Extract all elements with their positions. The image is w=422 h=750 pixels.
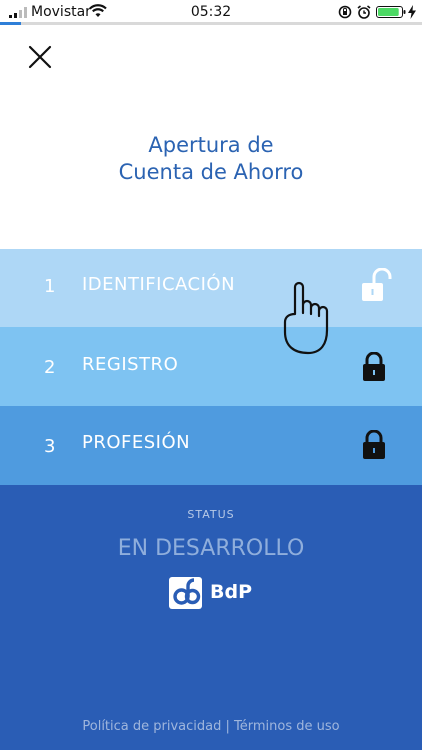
- page-title-line-2: Cuenta de Ahorro: [118, 160, 304, 184]
- legal-separator: |: [225, 719, 230, 734]
- progress-bar-fill: [0, 22, 22, 25]
- privacy-policy-link[interactable]: Política de privacidad: [82, 719, 221, 734]
- progress-bar: [0, 22, 422, 25]
- page-title: Apertura de Cuenta de Ahorro: [0, 132, 422, 186]
- step-number: 2: [44, 357, 56, 378]
- terms-of-use-link[interactable]: Términos de uso: [234, 719, 340, 734]
- close-icon[interactable]: [26, 43, 54, 71]
- lock-icon: [363, 430, 385, 459]
- step-label: PROFESIÓN: [82, 432, 191, 453]
- step-label: REGISTRO: [82, 354, 179, 375]
- page-title-line-1: Apertura de: [148, 133, 274, 157]
- brand-name: BdP: [210, 581, 253, 603]
- battery-icon: [376, 6, 406, 18]
- status-bar: Movistar 05:32: [0, 0, 422, 24]
- step-number: 1: [44, 276, 56, 297]
- step-number: 3: [44, 436, 56, 457]
- charging-bolt-icon: [408, 5, 416, 19]
- legal-links: Política de privacidad | Términos de uso: [0, 719, 422, 734]
- step-identificacion[interactable]: 1 IDENTIFICACIÓN: [0, 249, 422, 327]
- bdp-logo: [169, 577, 202, 609]
- lock-open-icon: [362, 268, 392, 301]
- status-value: EN DESARROLLO: [117, 536, 305, 561]
- status-panel: STATUS EN DESARROLLO BdP Política de pri…: [0, 485, 422, 750]
- step-profesion[interactable]: 3 PROFESIÓN: [0, 406, 422, 485]
- rotation-lock-icon: [338, 5, 352, 19]
- step-label: IDENTIFICACIÓN: [82, 274, 236, 295]
- step-registro[interactable]: 2 REGISTRO: [0, 327, 422, 406]
- alarm-icon: [357, 5, 371, 19]
- status-label: STATUS: [187, 508, 235, 521]
- lock-icon: [363, 352, 385, 381]
